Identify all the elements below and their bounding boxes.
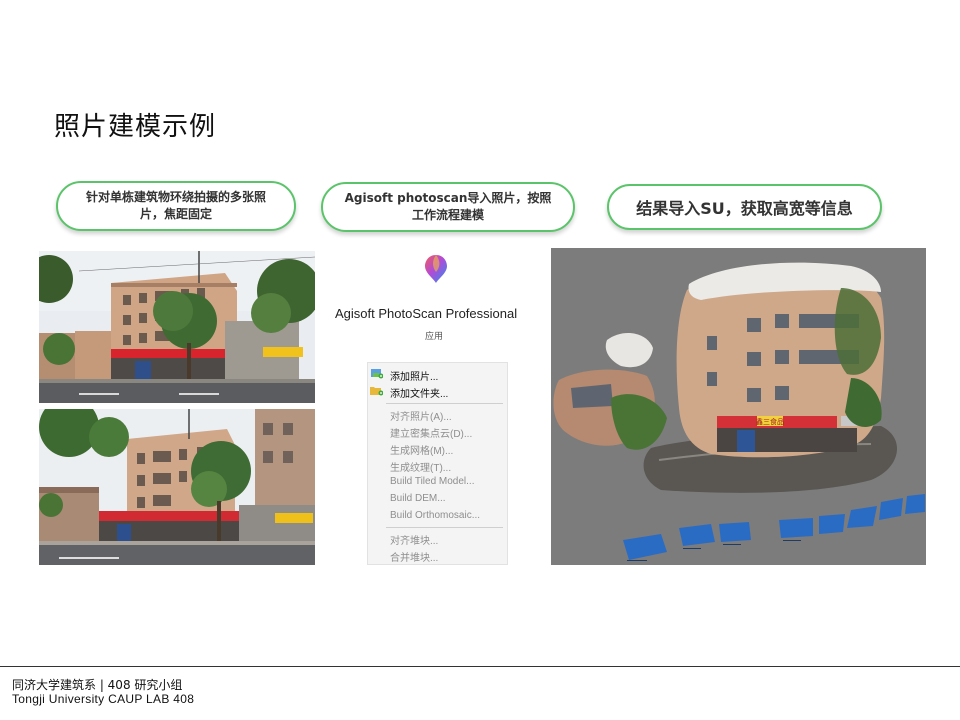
menu-item-label: 合并堆块... <box>390 553 439 564</box>
menu-item-label: 添加文件夹... <box>390 389 449 400</box>
menu-item-add-folder[interactable]: 添加文件夹... <box>370 385 449 400</box>
menu-separator <box>386 403 503 404</box>
menu-item-build-texture[interactable]: 生成纹理(T)... <box>390 459 451 474</box>
step-2-callout: Agisoft photoscan导入照片，按照 工作流程建模 <box>321 182 575 232</box>
step-2-line-2: 工作流程建模 <box>411 208 484 222</box>
menu-item-label: Build DEM... <box>390 493 446 504</box>
menu-item-merge-chunks[interactable]: 合并堆块... <box>390 549 438 564</box>
menu-item-label: 生成网格(M)... <box>390 446 454 457</box>
step-1-line-2: 片，焦距固定 <box>139 207 212 221</box>
step-1-callout: 针对单栋建筑物环绕拍摄的多张照 片，焦距固定 <box>56 181 296 231</box>
footer-divider <box>0 666 960 667</box>
menu-item-orthomosaic[interactable]: Build Orthomosaic... <box>390 510 480 521</box>
step-1-line-1: 针对单栋建筑物环绕拍摄的多张照 <box>85 190 266 204</box>
slide-title: 照片建模示例 <box>54 112 217 142</box>
menu-item-build-dem[interactable]: Build DEM... <box>390 493 446 504</box>
menu-item-align-photos[interactable]: 对齐照片(A)... <box>390 408 452 423</box>
app-subtitle: 应用 <box>425 332 444 342</box>
menu-item-label: 添加照片... <box>390 372 439 383</box>
building-photo-1 <box>39 251 315 403</box>
menu-item-label: 生成纹理(T)... <box>390 463 452 474</box>
menu-item-label: 对齐照片(A)... <box>390 412 452 423</box>
step-3-callout: 结果导入SU，获取高宽等信息 <box>607 184 882 230</box>
workflow-menu: 添加照片... 添加文件夹... 对齐照片(A)... 建立密集点云(D)...… <box>367 362 508 565</box>
footer-organization: 同济大学建筑系 | 408 研究小组 <box>12 678 183 692</box>
footer-organization-english: Tongji University CAUP LAB 408 <box>12 692 195 706</box>
add-photo-icon <box>370 368 384 379</box>
menu-item-align-chunks[interactable]: 对齐堆块... <box>390 532 438 547</box>
photoscan-logo-icon <box>424 254 448 284</box>
building-photo-2 <box>39 409 315 565</box>
menu-item-label: Build Tiled Model... <box>390 476 475 487</box>
menu-separator <box>386 527 503 528</box>
menu-item-dense-cloud[interactable]: 建立密集点云(D)... <box>390 425 472 440</box>
step-3-text: 结果导入SU，获取高宽等信息 <box>636 199 853 218</box>
menu-item-label: 对齐堆块... <box>390 536 439 547</box>
add-folder-icon <box>370 385 384 396</box>
photoscan-3d-model-view: 鑫三食品 <box>551 248 926 565</box>
menu-item-build-mesh[interactable]: 生成网格(M)... <box>390 442 453 457</box>
app-name[interactable]: Agisoft PhotoScan Professional <box>335 306 517 321</box>
menu-item-add-photos[interactable]: 添加照片... <box>371 368 439 383</box>
menu-item-label: Build Orthomosaic... <box>390 510 481 521</box>
step-2-line-1: Agisoft photoscan导入照片，按照 <box>344 191 552 205</box>
menu-item-label: 建立密集点云(D)... <box>390 429 473 440</box>
shop-sign-text: 鑫三食品 <box>756 417 784 426</box>
menu-item-tiled-model[interactable]: Build Tiled Model... <box>390 476 475 487</box>
